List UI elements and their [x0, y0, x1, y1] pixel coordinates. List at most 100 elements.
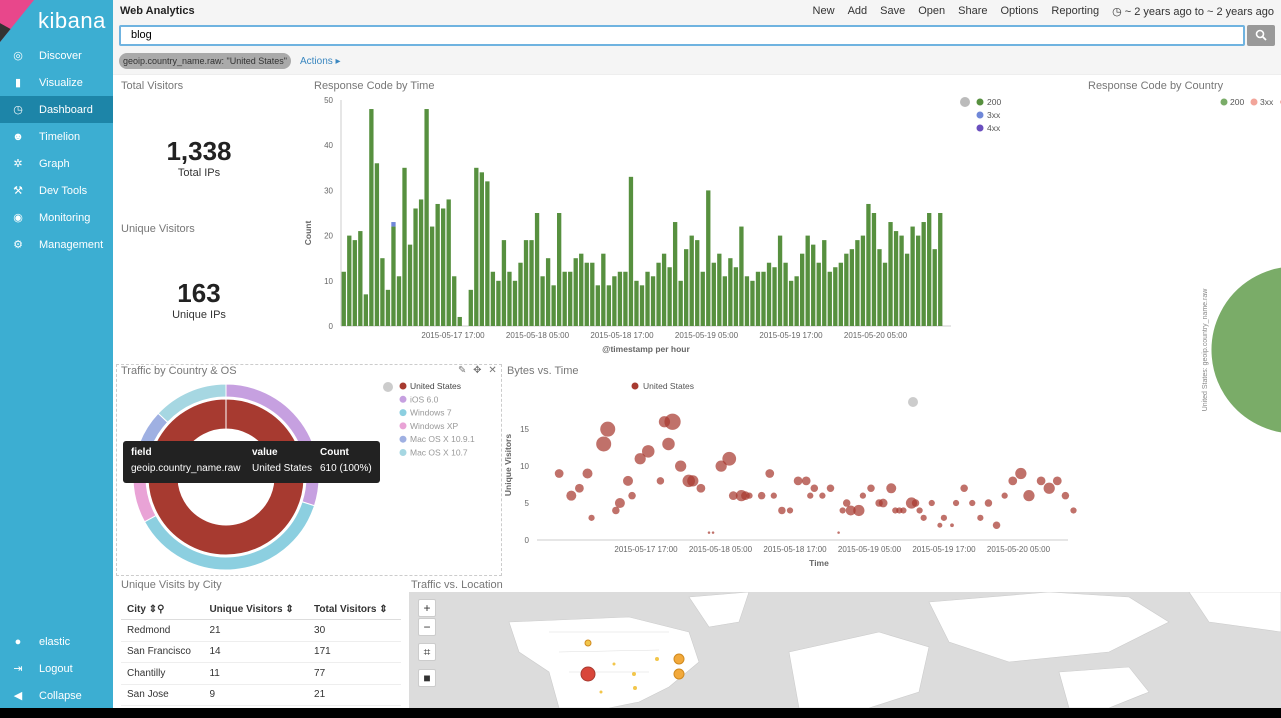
filter-pill[interactable]: geoip.country_name.raw: "United States" — [119, 53, 291, 69]
filter-bar: geoip.country_name.raw: "United States" … — [113, 48, 1281, 75]
bar — [921, 222, 926, 326]
total-visitors-metric: 1,338 Total IPs — [99, 136, 299, 179]
time-range: ~ 2 years ago to ~ 2 years ago — [1124, 5, 1274, 18]
sidebar-item-dashboard[interactable]: ◷ Dashboard — [0, 96, 113, 123]
y-tick-label: 0 — [329, 322, 334, 331]
menu-add[interactable]: Add — [848, 5, 868, 17]
sidebar-item-timelion[interactable]: ☻ Timelion — [0, 123, 113, 150]
map-marker[interactable] — [632, 672, 636, 676]
col-unique-visitors[interactable]: Unique Visitors ⇕ — [203, 600, 309, 620]
menu-reporting[interactable]: Reporting — [1051, 5, 1099, 17]
bar — [479, 172, 484, 326]
bar — [413, 208, 418, 326]
map-marker[interactable] — [612, 662, 616, 666]
scatter-point — [757, 491, 766, 500]
x-tick-label: 2015-05-19 05:00 — [675, 331, 739, 340]
bar — [750, 280, 755, 326]
x-tick-label: 2015-05-18 17:00 — [590, 331, 654, 340]
zoom-out-button[interactable]: − — [418, 618, 436, 636]
y-tick-label: 15 — [520, 425, 529, 434]
menu-open[interactable]: Open — [918, 5, 945, 17]
sidebar-item-label: Management — [39, 238, 104, 251]
bar — [650, 276, 656, 326]
search-button[interactable] — [1247, 24, 1275, 46]
legend-swatch — [976, 111, 984, 119]
sidebar-item-visualize[interactable]: ▮ Visualize — [0, 69, 113, 96]
sidebar-item-logout[interactable]: ⇥ Logout — [0, 655, 113, 682]
collapse-icon: ◀ — [13, 690, 23, 702]
sidebar-item-discover[interactable]: ◎ Discover — [0, 42, 113, 69]
bar — [628, 176, 634, 326]
map-marker[interactable] — [599, 690, 603, 694]
col-total-visitors[interactable]: Total Visitors ⇕ — [308, 600, 401, 620]
bar-chart-icon: ▮ — [14, 77, 22, 89]
bar — [805, 235, 810, 326]
col-city[interactable]: City ⇕⚲ — [121, 600, 204, 620]
sidebar-item-label: Monitoring — [39, 211, 91, 224]
cell: 21 — [203, 619, 309, 642]
nav-list: ◎ Discover ▮ Visualize ◷ Dashboard ☻ Timelio… — [0, 42, 113, 258]
bar — [545, 258, 551, 326]
chart-tooltip: field value Count geoip.country_name.raw Un… — [123, 441, 380, 483]
y-tick-label: 20 — [324, 232, 333, 241]
menu-new[interactable]: New — [813, 5, 835, 17]
scatter-point — [886, 483, 897, 494]
bar — [766, 262, 772, 326]
tooltip-value: geoip.country_name.raw — [131, 463, 241, 474]
map-marker[interactable] — [673, 668, 685, 680]
bar — [396, 276, 402, 326]
map-marker[interactable] — [655, 657, 659, 661]
menu-options[interactable]: Options — [1001, 5, 1039, 17]
sidebar-item-monitoring[interactable]: ◉ Monitoring — [0, 204, 113, 231]
x-tick-label: 2015-05-19 05:00 — [838, 545, 902, 554]
tooltip-header: field — [131, 447, 152, 458]
legend-swatch — [976, 98, 984, 106]
menu-save[interactable]: Save — [880, 5, 905, 17]
bar — [418, 199, 424, 326]
y-tick-label: 5 — [525, 499, 530, 508]
sidebar-item-user[interactable]: ● elastic — [0, 628, 113, 655]
scatter-point — [628, 491, 636, 500]
legend-label: Windows 7 — [410, 408, 452, 418]
y-tick-label: 30 — [324, 186, 333, 195]
bar — [551, 285, 556, 326]
map-marker[interactable] — [580, 666, 596, 682]
scatter-point — [614, 498, 625, 509]
square-icon[interactable]: ■ — [418, 669, 436, 687]
col-label: City — [127, 604, 146, 615]
bar — [822, 240, 827, 326]
sidebar-item-label: Visualize — [39, 76, 83, 89]
scatter-point — [765, 469, 775, 478]
bar — [474, 167, 479, 326]
map-marker[interactable] — [584, 639, 592, 647]
scatter-point — [656, 477, 665, 485]
bar — [485, 181, 490, 326]
traffic-location-map[interactable]: + − ⌗ ■ — [409, 592, 1281, 708]
city-table: City ⇕⚲ Unique Visitors ⇕ Total Visitors… — [121, 600, 401, 706]
legend-swatch — [631, 382, 639, 390]
scatter-point — [1008, 476, 1018, 486]
menu-share[interactable]: Share — [958, 5, 987, 17]
sidebar-item-dev-tools[interactable]: ⚒ Dev Tools — [0, 177, 113, 204]
bar — [711, 262, 716, 326]
bar — [656, 262, 661, 326]
bar — [435, 203, 440, 326]
zoom-in-button[interactable]: + — [418, 599, 436, 617]
kibana-logo[interactable]: kibana — [0, 0, 113, 42]
sidebar-item-collapse[interactable]: ◀ Collapse — [0, 682, 113, 709]
search-input[interactable] — [119, 24, 1245, 46]
time-picker[interactable]: ◷ ~ 2 years ago to ~ 2 years ago — [1112, 5, 1274, 18]
scatter-point — [801, 476, 811, 486]
kibana-logo-icon — [0, 0, 34, 42]
sidebar-item-graph[interactable]: ✲ Graph — [0, 150, 113, 177]
filter-actions-link[interactable]: Actions ▸ — [300, 56, 341, 67]
scatter-point — [1061, 491, 1070, 500]
legend-label: 4xx — [987, 123, 1001, 133]
crop-icon[interactable]: ⌗ — [418, 643, 436, 661]
pie-slice — [1210, 266, 1281, 434]
map-marker[interactable] — [673, 653, 685, 665]
map-marker[interactable] — [633, 686, 637, 690]
bar — [744, 276, 750, 326]
scatter-point — [1001, 492, 1008, 499]
sidebar-item-management[interactable]: ⚙ Management — [0, 231, 113, 258]
